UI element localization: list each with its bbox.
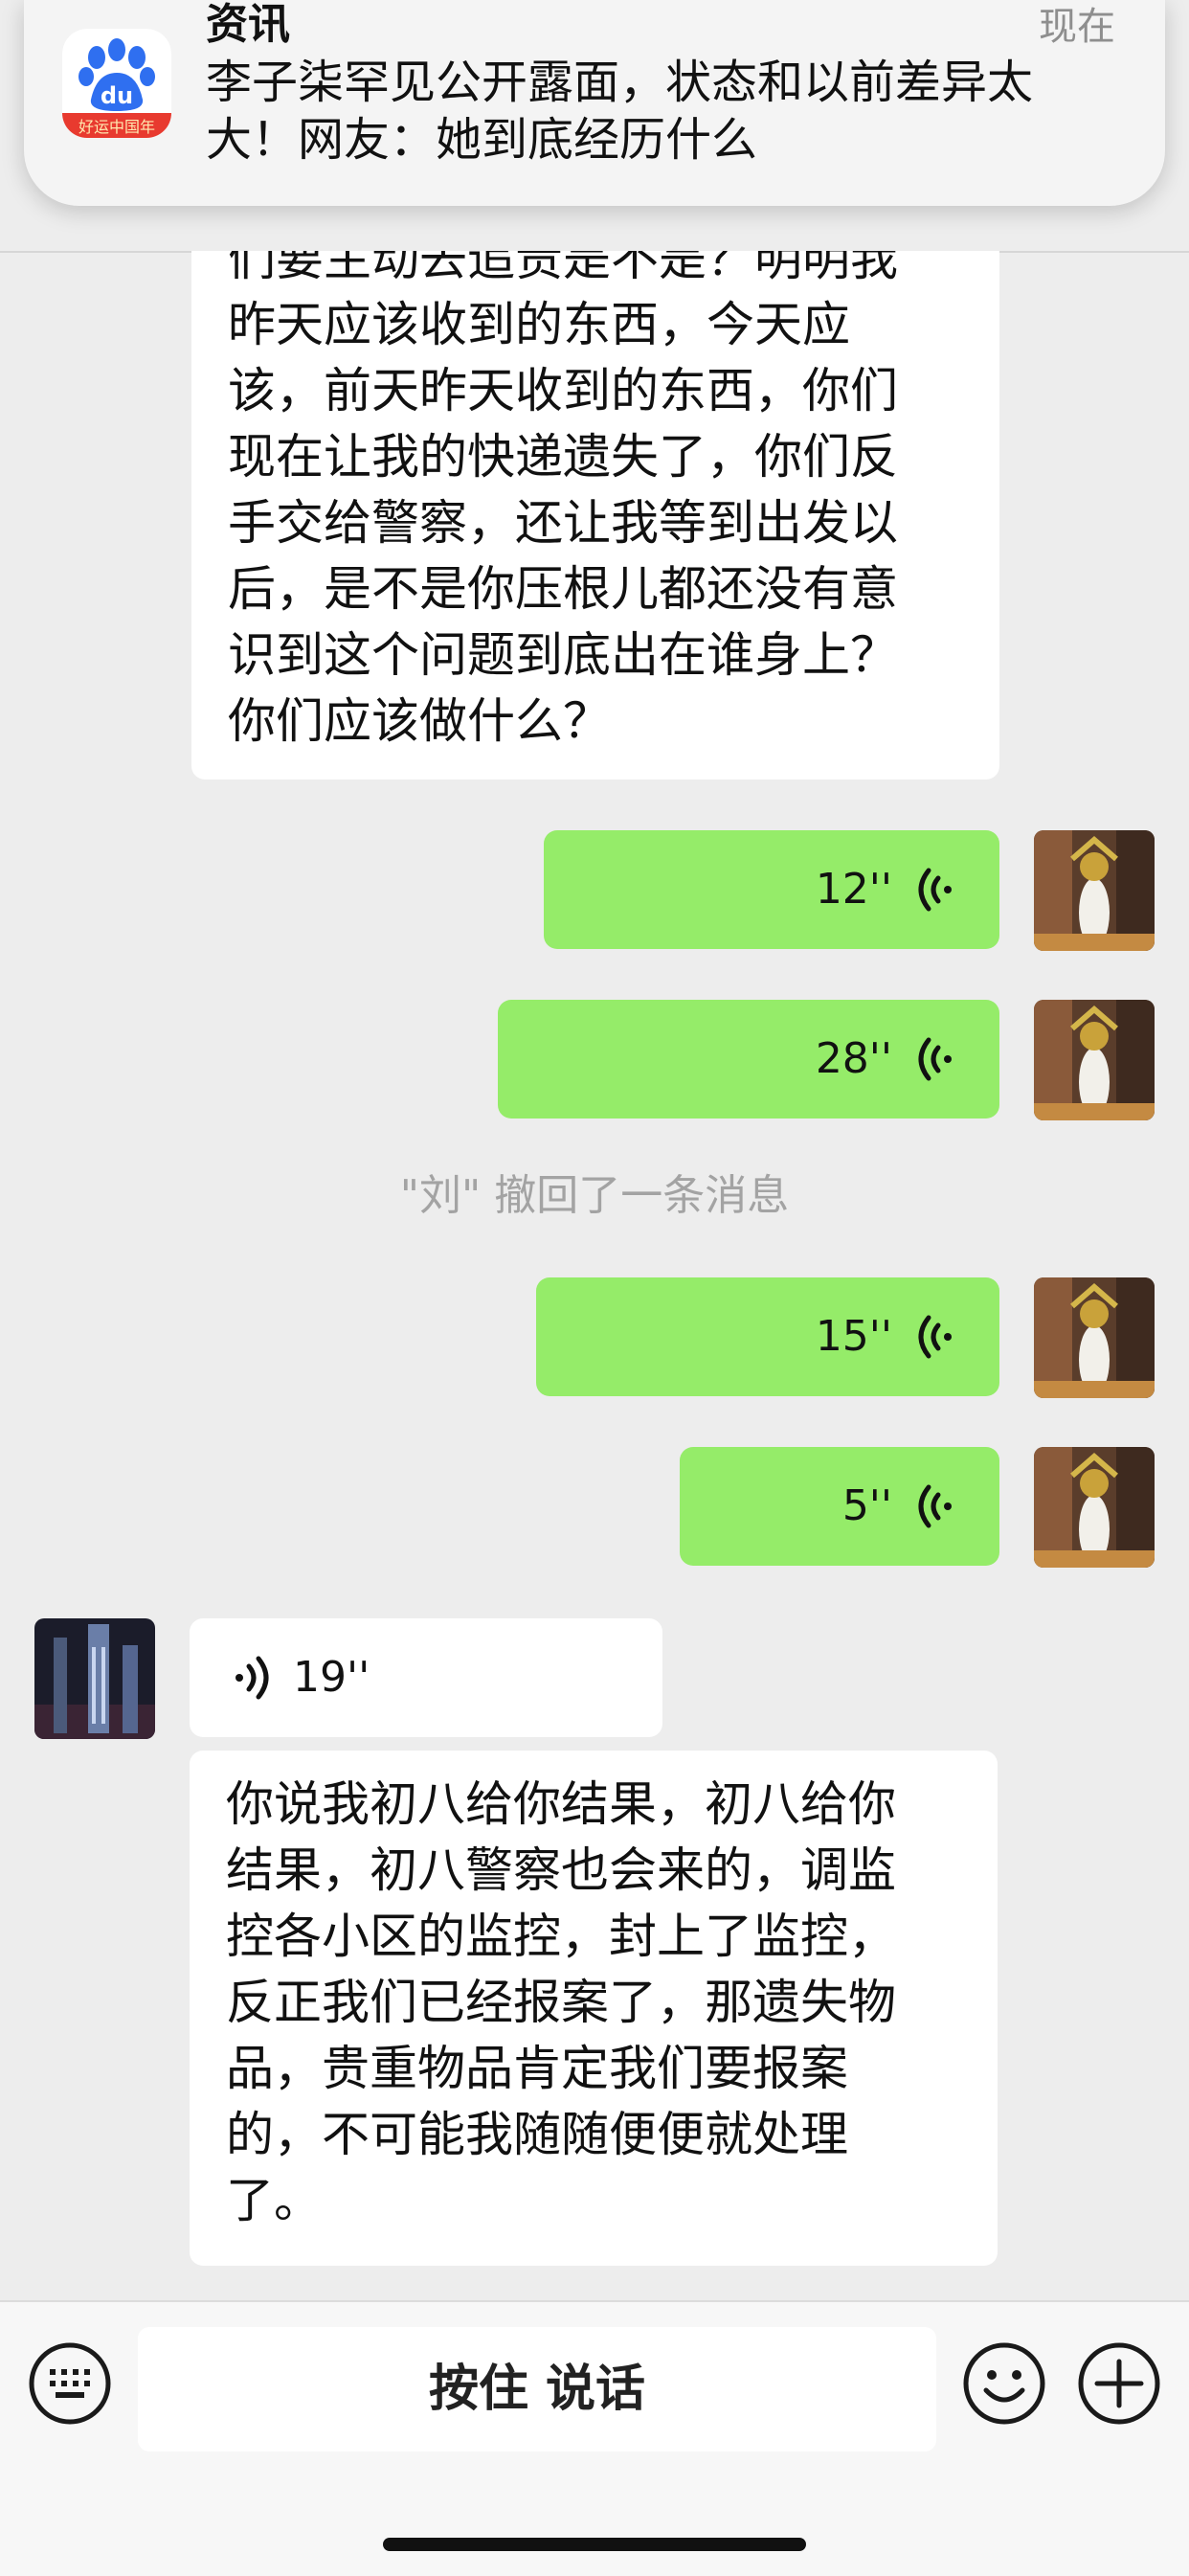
- message-line: 们要主动去追责是不是？明明我: [228, 251, 898, 286]
- outgoing-voice-message[interactable]: 5'': [680, 1447, 999, 1566]
- recall-notice: "刘" 撤回了一条消息: [399, 1171, 790, 1220]
- notification-time: 现在: [1039, 5, 1115, 49]
- message-line: 品，贵重物品肯定我们要报案: [226, 2041, 848, 2096]
- plus-icon[interactable]: [1076, 2340, 1162, 2427]
- voice-duration: 5'': [841, 1481, 892, 1530]
- voice-wave-icon: [918, 868, 952, 912]
- incoming-text-message[interactable]: 们要主动去追责是不是？明明我 昨天应该收到的东西，今天应 该，前天昨天收到的东西…: [191, 251, 999, 780]
- my-avatar[interactable]: [1034, 1277, 1155, 1398]
- incoming-voice-message[interactable]: 19'': [190, 1618, 662, 1737]
- outgoing-voice-message[interactable]: 15'': [536, 1277, 999, 1396]
- notification-line: 大！网友：她到底经历什么: [206, 113, 758, 167]
- message-line: 反正我们已经报案了，那遗失物: [226, 1975, 896, 2030]
- my-avatar[interactable]: [1034, 1000, 1155, 1120]
- my-avatar[interactable]: [1034, 830, 1155, 951]
- contact-avatar[interactable]: [34, 1618, 155, 1739]
- home-indicator: [383, 2538, 806, 2551]
- message-line: 手交给警察，还让我等到出发以: [228, 495, 898, 551]
- my-avatar[interactable]: [1034, 1447, 1155, 1568]
- baidu-app-icon: du 好运中国年: [62, 29, 171, 138]
- notification-text: 李子柒罕见公开露面，状态和以前差异太 大！网友：她到底经历什么: [206, 54, 1144, 169]
- message-line: 结果，初八警察也会来的，调监: [226, 1842, 896, 1898]
- voice-wave-icon: [918, 1037, 952, 1081]
- message-line: 后，是不是你压根儿都还没有意: [228, 561, 898, 617]
- voice-duration: 28'': [815, 1034, 892, 1083]
- message-line: 昨天应该收到的东西，今天应: [228, 297, 850, 352]
- voice-duration: 15'': [815, 1312, 892, 1361]
- voice-duration: 19'': [293, 1653, 370, 1702]
- keyboard-icon[interactable]: [27, 2340, 113, 2427]
- hold-to-talk-button[interactable]: 按住 说话: [138, 2327, 936, 2452]
- outgoing-voice-message[interactable]: 12'': [544, 830, 999, 949]
- message-line: 你们应该做什么？: [228, 693, 611, 749]
- incoming-text-message[interactable]: 你说我初八给你结果，初八给你 结果，初八警察也会来的，调监 控各小区的监控，封上…: [190, 1751, 998, 2266]
- notification-banner[interactable]: du 好运中国年 资讯 现在 李子柒罕见公开露面，状态和以前差异太 大！网友：她…: [24, 0, 1165, 206]
- voice-duration: 12'': [815, 865, 892, 914]
- notification-icon-caption: 好运中国年: [79, 118, 155, 136]
- voice-wave-icon: [918, 1484, 952, 1528]
- message-line: 识到这个问题到底出在谁身上？: [228, 627, 898, 683]
- outgoing-voice-message[interactable]: 28'': [498, 1000, 999, 1119]
- message-line: 现在让我的快递遗失了，你们反: [228, 429, 898, 485]
- message-line: 了。: [226, 2173, 322, 2228]
- voice-wave-icon: [236, 1656, 269, 1700]
- notification-line: 李子柒罕见公开露面，状态和以前差异太: [206, 56, 1034, 109]
- message-line: 你说我初八给你结果，初八给你: [226, 1776, 896, 1832]
- notification-app-name: 资讯: [206, 0, 290, 49]
- voice-wave-icon: [918, 1315, 952, 1359]
- message-line: 该，前天昨天收到的东西，你们: [228, 363, 898, 418]
- input-bar: 按住 说话: [0, 2300, 1189, 2576]
- message-list[interactable]: 们要主动去追责是不是？明明我 昨天应该收到的东西，今天应 该，前天昨天收到的东西…: [0, 251, 1189, 2300]
- svg-text:du: du: [101, 82, 133, 109]
- message-line: 控各小区的监控，封上了监控，: [226, 1909, 896, 1964]
- emoji-icon[interactable]: [961, 2340, 1047, 2427]
- message-line: 的，不可能我随随便便就处理: [226, 2107, 848, 2162]
